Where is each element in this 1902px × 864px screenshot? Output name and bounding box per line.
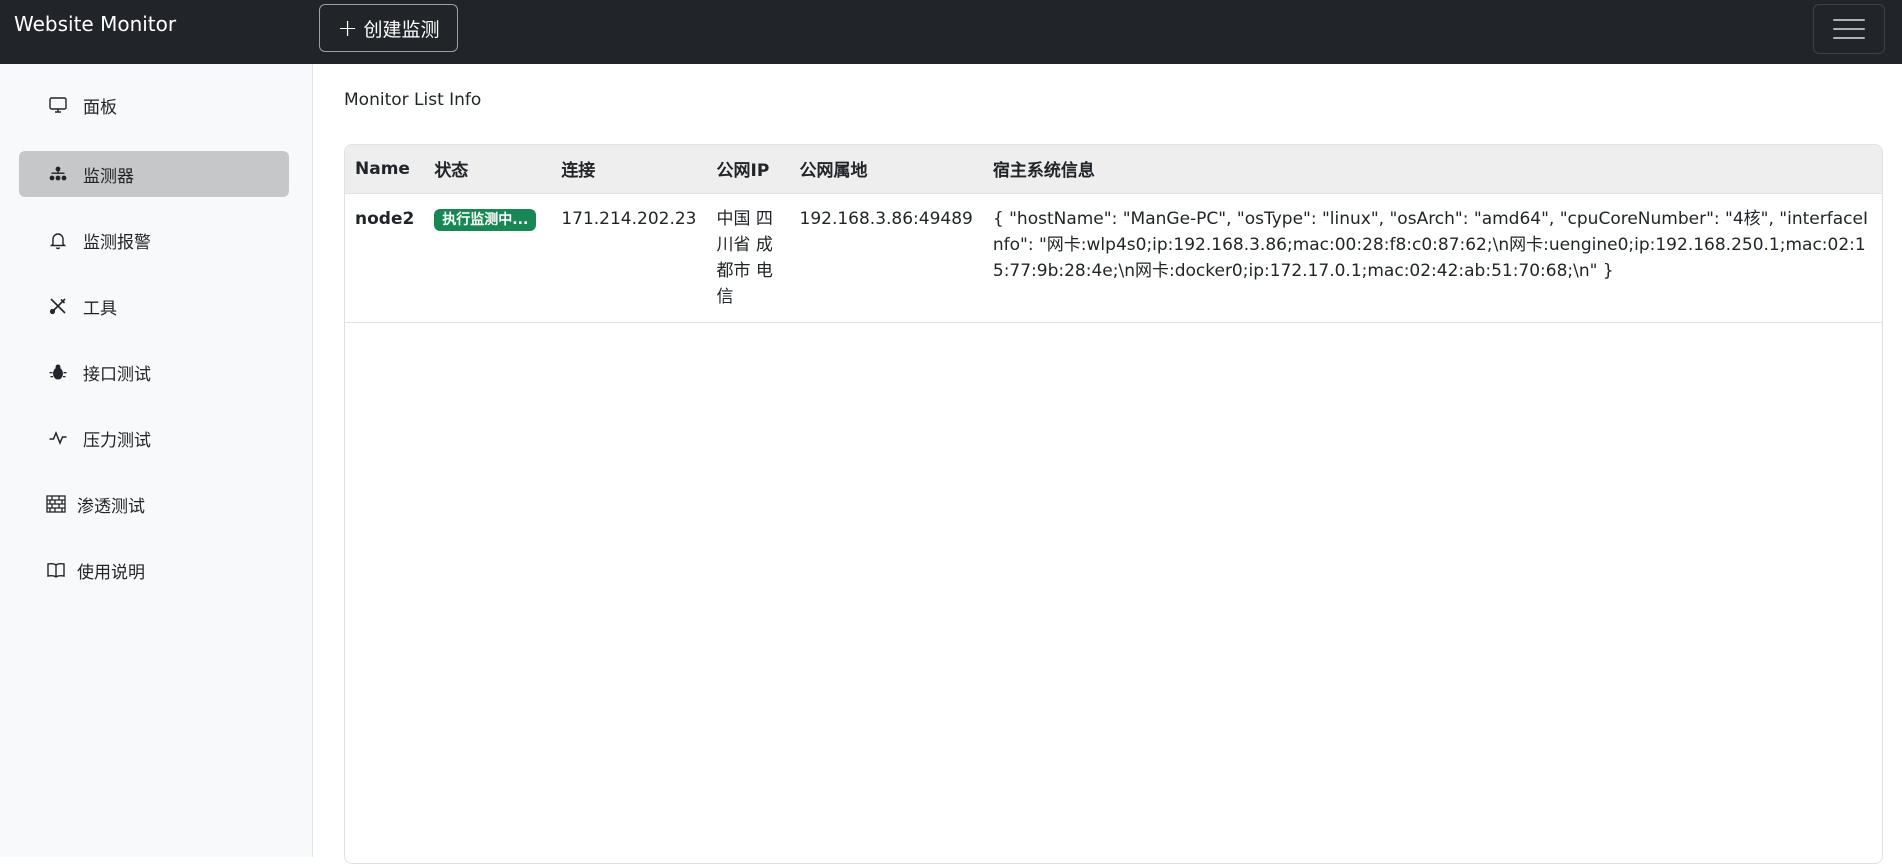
monitor-table: Name 状态 连接 公网IP 公网属地 宿主系统信息 node2 执行监测中.… [345,145,1882,323]
cell-location: 192.168.3.86:49489 [789,193,983,323]
main-content: Monitor List Info Name 状态 连接 公网IP 公网属地 宿… [314,64,1902,864]
tools-icon [47,295,69,317]
sidebar-item-pentest[interactable]: 渗透测试 [19,481,289,527]
cell-public-ip: 中国 四川省 成都市 电信 [706,193,790,323]
sidebar-item-label: 渗透测试 [77,496,145,517]
menu-toggle-button[interactable] [1813,4,1885,54]
monitor-icon [47,94,69,116]
sidebar-item-label: 使用说明 [77,562,145,583]
cell-name: node2 [345,193,425,323]
column-header-location: 公网属地 [789,145,983,194]
activity-icon [47,427,69,449]
status-badge: 执行监测中... [434,208,537,231]
diagram-icon [47,163,69,185]
sidebar-item-api-test[interactable]: 接口测试 [19,349,289,395]
page-title: Monitor List Info [344,90,482,110]
cell-connection: 171.214.202.23 [551,193,707,323]
bell-icon [47,229,69,251]
sidebar-item-label: 监测报警 [83,232,151,253]
sidebar-item-label: 接口测试 [83,364,151,385]
sidebar-item-label: 面板 [83,97,117,118]
column-header-status: 状态 [424,145,552,194]
bricks-icon [45,493,67,515]
brand-title[interactable]: Website Monitor [14,12,176,36]
column-header-public-ip: 公网IP [706,145,790,194]
monitor-table-container: Name 状态 连接 公网IP 公网属地 宿主系统信息 node2 执行监测中.… [344,144,1883,864]
column-header-system-info: 宿主系统信息 [982,145,1882,194]
book-icon [45,559,67,581]
sidebar-item-label: 监测器 [83,166,134,187]
sidebar-item-label: 工具 [83,298,117,319]
sidebar-item-label: 压力测试 [83,430,151,451]
plus-icon: + [337,14,358,42]
sidebar-item-docs[interactable]: 使用说明 [19,547,289,593]
table-row[interactable]: node2 执行监测中... 171.214.202.23 中国 四川省 成都市… [345,193,1882,323]
table-header-row: Name 状态 连接 公网IP 公网属地 宿主系统信息 [345,145,1882,194]
sidebar-item-stress-test[interactable]: 压力测试 [19,415,289,461]
cell-system-info: { "hostName": "ManGe-PC", "osType": "lin… [982,193,1882,323]
sidebar-item-tools[interactable]: 工具 [19,283,289,329]
column-header-connection: 连接 [551,145,707,194]
sidebar: 面板 监测器 监测报警 工具 接口测试 压力测试 渗透测试 使用说明 [0,64,313,857]
cell-status: 执行监测中... [424,193,552,323]
column-header-name: Name [345,145,425,194]
create-monitor-button[interactable]: + 创建监测 [319,4,458,52]
hamburger-menu-icon [1833,19,1865,21]
sidebar-item-alerts[interactable]: 监测报警 [19,217,289,263]
top-navbar: Website Monitor + 创建监测 [0,0,1902,64]
bug-icon [47,361,69,383]
create-monitor-label: 创建监测 [363,18,440,41]
sidebar-item-dashboard[interactable]: 面板 [19,82,289,128]
sidebar-item-monitors[interactable]: 监测器 [19,151,289,197]
